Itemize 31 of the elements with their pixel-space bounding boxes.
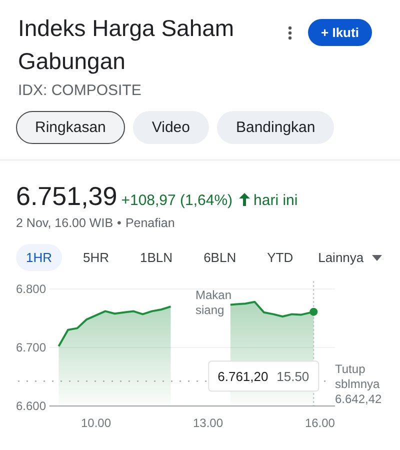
more-options-icon[interactable]: [288, 26, 292, 40]
arrow-up-icon: [238, 193, 250, 206]
price-change: +108,97 (1,64%): [121, 192, 233, 209]
disclaimer-link[interactable]: Penafian: [125, 216, 175, 230]
timestamp: 2 Nov, 16.00 WIB: [16, 216, 114, 230]
range-tab[interactable]: 1HR: [16, 244, 62, 271]
follow-button[interactable]: + Ikuti: [308, 19, 372, 46]
period-label: hari ini: [254, 192, 298, 209]
range-tab[interactable]: 6BLN: [194, 244, 246, 271]
y-tick-label: 6.700: [16, 340, 46, 354]
caret-icon: [372, 254, 382, 260]
previous-close-label: Tutup sblmnya 6.642,42: [335, 362, 382, 406]
more-ranges-dropdown[interactable]: Lainnya: [314, 244, 382, 271]
lunch-break-label: Makan siang: [196, 288, 232, 317]
range-tab[interactable]: 5HR: [73, 244, 120, 271]
separator-dot: •: [117, 216, 122, 230]
range-tab[interactable]: 1BLN: [130, 244, 183, 271]
price: 6.751,39: [16, 181, 118, 212]
tab[interactable]: Video: [132, 111, 209, 144]
x-tick-label: 16.00: [304, 416, 335, 430]
x-tick-label: 13.00: [192, 416, 223, 430]
range-tab[interactable]: YTD: [257, 244, 304, 271]
y-tick-label: 6.600: [16, 399, 46, 413]
tooltip: 6.761,20 15.50: [208, 360, 320, 392]
page-title: Indeks Harga Saham Gabungan: [18, 14, 236, 76]
ticker-symbol: IDX: COMPOSITE: [17, 81, 142, 99]
x-tick-label: 10.00: [80, 416, 112, 430]
tab[interactable]: Ringkasan: [16, 111, 125, 144]
current-point-marker: [310, 308, 318, 316]
tab[interactable]: Bandingkan: [216, 111, 334, 144]
y-tick-label: 6.800: [16, 282, 46, 296]
